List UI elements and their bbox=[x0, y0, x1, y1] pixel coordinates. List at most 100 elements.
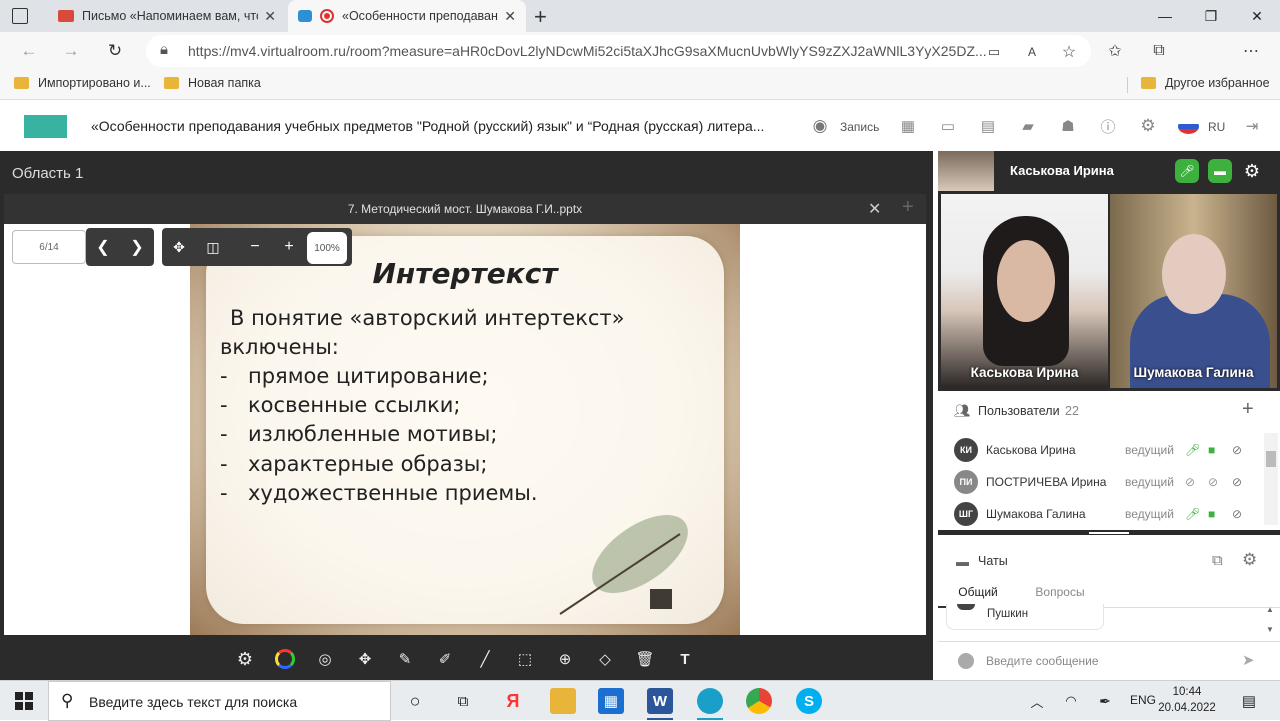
fit-to-page-icon[interactable]: ✥ bbox=[164, 232, 194, 262]
microphone-icon[interactable]: 🎤︎ bbox=[1175, 159, 1199, 183]
collections-icon[interactable]: ⧉ bbox=[1144, 36, 1174, 66]
url-field[interactable]: 🔒︎ https://mv4.virtualroom.ru/room?measu… bbox=[146, 35, 1091, 67]
notifications-icon[interactable]: ▤ bbox=[1236, 688, 1262, 714]
favorites-icon[interactable]: ✩ bbox=[1100, 36, 1130, 66]
record-label[interactable]: Запись bbox=[840, 120, 879, 134]
forward-icon[interactable]: → bbox=[56, 36, 86, 66]
line-icon[interactable]: ╱ bbox=[472, 646, 498, 672]
settings-gear-icon[interactable]: ⚙ bbox=[1137, 115, 1159, 137]
move-icon[interactable]: ✥ bbox=[352, 646, 378, 672]
zoom-level-field[interactable]: 100% bbox=[307, 232, 347, 264]
chrome-icon[interactable] bbox=[746, 688, 772, 714]
word-icon[interactable]: W bbox=[647, 688, 673, 714]
next-page-icon[interactable]: ❯ bbox=[122, 232, 152, 262]
screen-share-off-icon[interactable]: ⊘ bbox=[1232, 507, 1242, 521]
zoom-in-icon[interactable]: + bbox=[274, 232, 304, 262]
mic-on-icon[interactable]: 🎤︎ bbox=[1185, 443, 1200, 457]
camera-on-icon[interactable]: ■ bbox=[1208, 507, 1215, 521]
info-icon[interactable]: ⓘ bbox=[1097, 115, 1119, 137]
close-tab-icon[interactable]: ✕ bbox=[504, 8, 516, 25]
close-tab-icon[interactable]: ✕ bbox=[264, 8, 276, 25]
tab-mail[interactable]: Письмо «Напоминаем вам, что ве ✕ bbox=[48, 0, 286, 32]
color-icon[interactable] bbox=[272, 646, 298, 672]
add-user-icon[interactable]: + bbox=[1242, 398, 1254, 421]
chat-scrollbar[interactable]: ▲ ▼ bbox=[1264, 605, 1278, 637]
show-hidden-icons[interactable]: ︿ bbox=[1024, 688, 1050, 714]
language-label[interactable]: RU bbox=[1208, 120, 1225, 134]
tab-actions-icon[interactable] bbox=[12, 8, 28, 24]
task-view-icon[interactable]: ⧉ bbox=[450, 688, 476, 714]
favorite-folder-new[interactable]: Новая папка bbox=[164, 76, 261, 90]
add-favorite-icon[interactable]: ☆ bbox=[1054, 37, 1084, 67]
page-number-field[interactable]: 6/14 bbox=[12, 230, 86, 264]
read-aloud-icon[interactable]: A bbox=[1017, 37, 1047, 67]
back-icon[interactable]: ← bbox=[14, 36, 44, 66]
chat-window-icon[interactable]: ⧉ bbox=[1212, 552, 1223, 569]
user-row[interactable]: ШГ Шумакова Галина ведущий 🎤︎ ■ ⊘ bbox=[938, 498, 1268, 530]
text-icon[interactable]: T bbox=[672, 646, 698, 672]
users-settings-icon[interactable]: ☗ bbox=[1057, 115, 1079, 137]
files-folder-icon[interactable]: ▰ bbox=[1017, 115, 1039, 137]
prev-page-icon[interactable]: ❮ bbox=[88, 232, 118, 262]
shape-icon[interactable]: ⊕ bbox=[552, 646, 578, 672]
user-row[interactable]: КИ Каськова Ирина ведущий 🎤︎ ■ ⊘ bbox=[938, 434, 1268, 466]
yandex-icon[interactable]: Я bbox=[500, 688, 526, 714]
mic-on-icon[interactable]: 🎤︎ bbox=[1185, 507, 1200, 521]
close-window-button[interactable]: ✕ bbox=[1234, 0, 1280, 32]
layout-grid-icon[interactable]: ▦ bbox=[897, 115, 919, 137]
address-bar-row: ← → ↻ 🔒︎ https://mv4.virtualroom.ru/room… bbox=[0, 32, 1280, 92]
windows-start-icon[interactable] bbox=[11, 688, 37, 714]
chat-settings-icon[interactable]: ⚙ bbox=[1242, 550, 1257, 570]
maximize-button[interactable]: ❐ bbox=[1188, 0, 1234, 32]
camera-off-icon[interactable]: ⊘ bbox=[1208, 475, 1218, 489]
document-icon[interactable]: ▤ bbox=[977, 115, 999, 137]
camera-toggle-icon[interactable]: ▬ bbox=[1208, 159, 1232, 183]
russia-flag-icon[interactable] bbox=[1178, 119, 1199, 134]
crop-icon[interactable]: ⬚ bbox=[512, 646, 538, 672]
emoji-icon[interactable] bbox=[958, 653, 974, 669]
new-tab-button[interactable]: + bbox=[534, 4, 547, 30]
video-tile[interactable]: Каськова Ирина bbox=[941, 194, 1108, 388]
skype-icon[interactable]: S bbox=[796, 688, 822, 714]
taskbar-search[interactable]: ⚲ Введите здесь текст для поиска bbox=[48, 681, 391, 721]
taskbar-clock[interactable]: 10:44 20.04.2022 bbox=[1157, 684, 1217, 716]
camera-on-icon[interactable]: ■ bbox=[1208, 443, 1215, 457]
favorite-folder-other[interactable]: Другое избранное bbox=[1141, 76, 1270, 90]
exit-icon[interactable]: ⇥ bbox=[1241, 115, 1263, 137]
store-icon[interactable]: ▦ bbox=[598, 688, 624, 714]
user-row[interactable]: ПИ ПОСТРИЧЕВА Ирина ведущий ⊘ ⊘ ⊘ bbox=[938, 466, 1268, 498]
brush-icon[interactable]: ✎ bbox=[392, 646, 418, 672]
file-explorer-icon[interactable] bbox=[550, 688, 576, 714]
users-scrollbar[interactable] bbox=[1264, 433, 1278, 525]
cortana-icon[interactable]: ○ bbox=[402, 688, 428, 714]
more-menu-icon[interactable]: ⋯ bbox=[1236, 36, 1266, 66]
trash-icon[interactable]: 🗑︎ bbox=[632, 646, 658, 672]
screen-share-icon[interactable]: ▭ bbox=[937, 115, 959, 137]
add-presentation-icon[interactable]: + bbox=[902, 196, 914, 219]
send-icon[interactable]: ➤ bbox=[1242, 651, 1255, 669]
minimize-button[interactable]: — bbox=[1142, 0, 1188, 32]
input-language[interactable]: ENG bbox=[1130, 693, 1156, 707]
close-presentation-icon[interactable]: ✕ bbox=[868, 199, 881, 219]
network-icon[interactable]: ◠ bbox=[1058, 688, 1084, 714]
tab-room[interactable]: «Особенности преподавания ✕ bbox=[288, 0, 526, 32]
panel-resize-handle[interactable] bbox=[938, 530, 1280, 535]
edge-icon[interactable] bbox=[697, 688, 723, 714]
gear-icon[interactable]: ⚙ bbox=[232, 646, 258, 672]
fit-width-icon[interactable]: ◫ bbox=[198, 232, 228, 262]
pointer-icon[interactable]: ◎ bbox=[312, 646, 338, 672]
pencil-icon[interactable]: ✐ bbox=[432, 646, 458, 672]
favorite-folder-imported[interactable]: Импортировано и... bbox=[14, 76, 151, 90]
speaker-settings-icon[interactable]: ⚙ bbox=[1240, 159, 1264, 183]
screen-share-off-icon[interactable]: ⊘ bbox=[1232, 443, 1242, 457]
record-icon[interactable]: ◉ bbox=[809, 115, 831, 137]
pen-workspace-icon[interactable]: ✒ bbox=[1092, 688, 1118, 714]
video-tile[interactable]: Шумакова Галина bbox=[1110, 194, 1277, 388]
screen-share-off-icon[interactable]: ⊘ bbox=[1232, 475, 1242, 489]
zoom-out-icon[interactable]: − bbox=[240, 232, 270, 262]
reload-icon[interactable]: ↻ bbox=[100, 36, 130, 66]
camera-icon[interactable]: ▭ bbox=[979, 37, 1009, 67]
eraser-icon[interactable]: ◇ bbox=[592, 646, 618, 672]
mic-off-icon[interactable]: ⊘ bbox=[1185, 475, 1195, 489]
chat-message-input[interactable]: Введите сообщение bbox=[986, 654, 1099, 668]
